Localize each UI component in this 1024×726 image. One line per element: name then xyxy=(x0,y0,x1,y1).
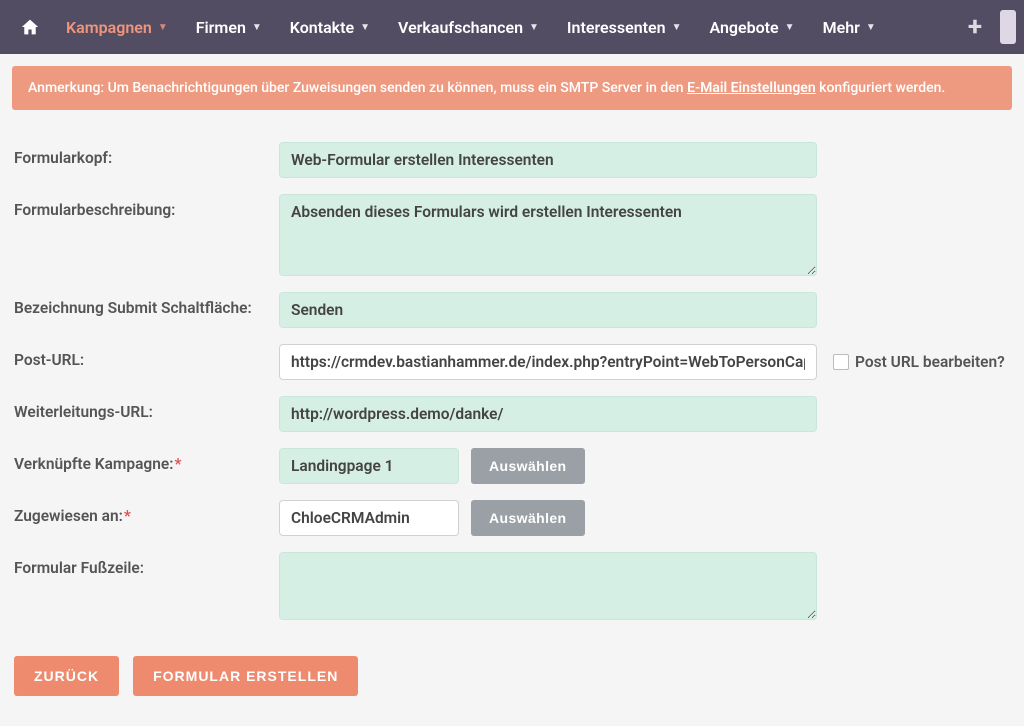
nav-label: Kampagnen xyxy=(66,18,152,37)
nav-label: Kontakte xyxy=(290,18,354,37)
alert-text-prefix: Anmerkung: Um Benachrichtigungen über Zu… xyxy=(28,80,687,96)
input-related-campaign[interactable] xyxy=(279,448,459,484)
textarea-form-description[interactable] xyxy=(279,194,817,276)
plus-icon[interactable]: + xyxy=(958,12,992,42)
alert-text-suffix: konfiguriert werden. xyxy=(816,80,946,96)
nav-label: Firmen xyxy=(196,18,246,37)
nav-firmen[interactable]: Firmen ▼ xyxy=(182,0,276,54)
email-settings-link[interactable]: E-Mail Einstellungen xyxy=(687,80,816,96)
label-form-description: Formularbeschreibung: xyxy=(14,194,279,219)
button-select-assigned[interactable]: Auswählen xyxy=(471,500,585,536)
create-form-button[interactable]: Formular Erstellen xyxy=(133,656,358,696)
chevron-down-icon: ▼ xyxy=(158,22,168,33)
chevron-down-icon: ▼ xyxy=(529,22,539,33)
label-submit-button: Bezeichnung Submit Schaltfläche: xyxy=(14,292,279,317)
input-submit-button[interactable] xyxy=(279,292,817,328)
search-input[interactable] xyxy=(1000,10,1016,44)
chevron-down-icon: ▼ xyxy=(252,22,262,33)
webform-settings: Formularkopf: Formularbeschreibung: Beze… xyxy=(0,122,1024,650)
label-related-campaign: Verknüpfte Kampagne:* xyxy=(14,448,279,473)
input-form-header[interactable] xyxy=(279,142,817,178)
nav-label: Mehr xyxy=(823,18,860,37)
input-redirect-url[interactable] xyxy=(279,396,817,432)
nav-label: Angebote xyxy=(710,18,779,37)
checkbox-edit-post-url[interactable] xyxy=(833,354,849,370)
button-select-campaign[interactable]: Auswählen xyxy=(471,448,585,484)
input-assigned-to[interactable] xyxy=(279,500,459,536)
top-navbar: Kampagnen ▼ Firmen ▼ Kontakte ▼ Verkaufs… xyxy=(0,0,1024,54)
smtp-warning-alert: Anmerkung: Um Benachrichtigungen über Zu… xyxy=(12,66,1012,110)
label-redirect-url: Weiterleitungs-URL: xyxy=(14,396,279,421)
chevron-down-icon: ▼ xyxy=(360,22,370,33)
nav-label: Interessenten xyxy=(567,18,666,37)
nav-interessenten[interactable]: Interessenten ▼ xyxy=(553,0,696,54)
label-post-url: Post-URL: xyxy=(14,344,279,369)
label-form-header: Formularkopf: xyxy=(14,142,279,167)
nav-verkaufschancen[interactable]: Verkaufschancen ▼ xyxy=(384,0,553,54)
nav-kontakte[interactable]: Kontakte ▼ xyxy=(276,0,384,54)
textarea-form-footer[interactable] xyxy=(279,552,817,620)
chevron-down-icon: ▼ xyxy=(785,22,795,33)
chevron-down-icon: ▼ xyxy=(672,22,682,33)
nav-label: Verkaufschancen xyxy=(398,18,523,37)
label-assigned-to: Zugewiesen an:* xyxy=(14,500,279,525)
home-icon[interactable] xyxy=(8,18,52,36)
label-form-footer: Formular Fußzeile: xyxy=(14,552,279,577)
label-edit-post-url: Post URL bearbeiten? xyxy=(855,353,1005,371)
nav-mehr[interactable]: Mehr ▼ xyxy=(809,0,890,54)
input-post-url[interactable] xyxy=(279,344,817,380)
back-button[interactable]: Zurück xyxy=(14,656,119,696)
nav-kampagnen[interactable]: Kampagnen ▼ xyxy=(52,0,182,54)
nav-angebote[interactable]: Angebote ▼ xyxy=(696,0,809,54)
chevron-down-icon: ▼ xyxy=(866,22,876,33)
